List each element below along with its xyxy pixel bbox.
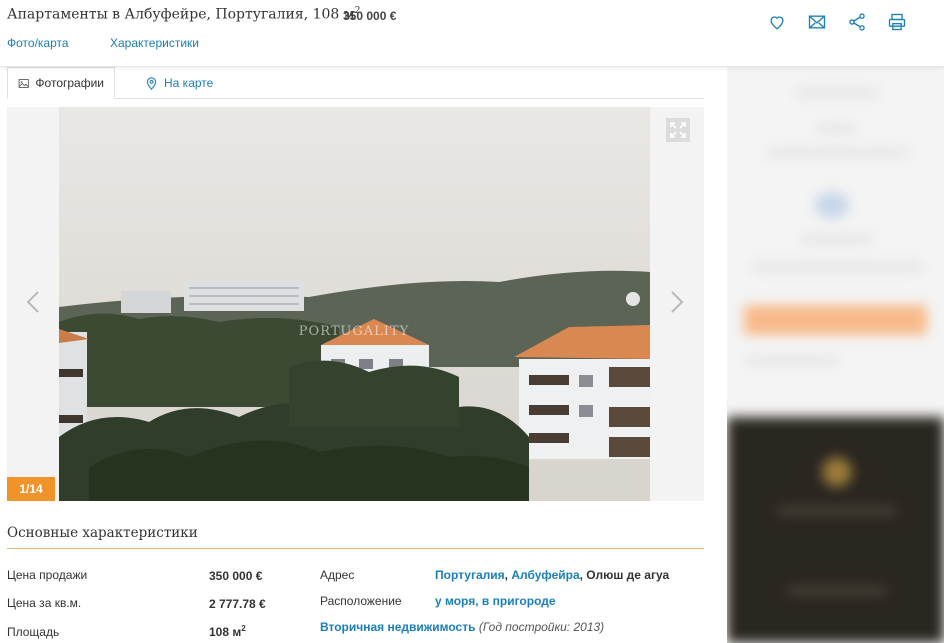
sale-price-value: 350 000 € [209,569,263,583]
favorite-button[interactable] [766,11,788,33]
price-per-sqm-label: Цена за кв.м. [7,596,82,610]
address-city-link[interactable]: Албуфейра [511,568,579,582]
printer-icon [888,13,906,31]
chevron-right-icon [671,291,684,313]
sidebar-line [802,235,872,243]
price-per-sqm-value: 2 777.78 € [209,597,266,611]
photo-map-link[interactable]: Фото/карта [7,36,69,50]
page-title: Апартаменты в Албуфейре, Португалия, 108… [7,6,361,23]
area-label: Площадь [7,625,60,639]
section-divider [7,548,704,549]
sidebar-logo [822,457,852,487]
sidebar-line [747,357,837,365]
sale-price-label: Цена продажи [7,568,88,582]
property-type-value: Вторичная недвижимость (Год постройки: 2… [320,620,604,634]
sidebar-line [787,587,887,595]
photo-gallery: PORTUGALITY 1/14 [7,107,704,501]
share-button[interactable] [846,11,868,33]
chevron-left-icon [26,291,39,313]
next-photo-button[interactable] [665,287,689,317]
location-suburb-link[interactable]: в пригороде [482,594,556,608]
characteristics-link[interactable]: Характеристики [110,36,199,50]
tab-map-label: На карте [164,76,214,90]
address-value: Португалия, Албуфейра, Олюш де агуа [435,568,670,582]
location-label: Расположение [320,594,402,608]
photo-counter: 1/14 [7,477,55,501]
watermark-text: PORTUGALITY [299,324,409,339]
address-country-link[interactable]: Португалия [435,568,505,582]
build-year-note: (Год постройки: 2013) [475,620,605,634]
sidebar-dark-banner[interactable] [727,417,944,643]
previous-photo-button[interactable] [21,287,45,317]
map-pin-icon [146,76,157,90]
image-icon [18,78,29,88]
sidebar-line [797,89,877,97]
sidebar-line [777,507,897,515]
tab-photos[interactable]: Фотографии [7,67,115,99]
property-photo[interactable]: PORTUGALITY [59,107,650,501]
print-button[interactable] [886,11,908,33]
email-button[interactable] [806,11,828,33]
tab-photos-label: Фотографии [35,76,104,90]
listing-header: Апартаменты в Албуфейре, Португалия, 108… [0,0,944,67]
location-seaside-link[interactable]: у моря [435,594,475,608]
header-actions [766,11,908,33]
area-value: 108 м2 [209,624,246,639]
header-price: 350 000 € [343,9,397,23]
sidebar-cta-button[interactable] [744,305,927,335]
envelope-icon [808,15,826,29]
sidebar-line [752,263,922,271]
sidebar-line [817,125,857,133]
fullscreen-button[interactable] [666,118,690,142]
tab-map[interactable]: На карте [135,67,223,99]
share-icon [849,13,865,31]
secondary-property-link[interactable]: Вторичная недвижимость [320,620,475,634]
heart-icon [770,16,784,30]
expand-icon [670,122,686,138]
property-photo-image: PORTUGALITY [59,107,650,501]
address-place: Олюш де агуа [586,568,670,582]
sidebar-avatar [815,192,849,218]
gallery-tabs: Фотографии На карте [7,67,704,99]
blurred-sidebar [727,67,944,643]
sidebar-line [767,149,907,157]
address-label: Адрес [320,568,355,582]
location-value: у моря, в пригороде [435,594,556,608]
section-title: Основные характеристики [7,525,198,541]
